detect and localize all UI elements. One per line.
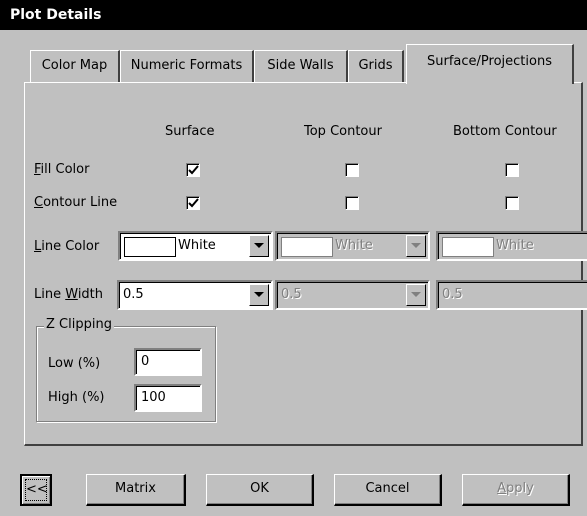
checkmark-icon (188, 165, 199, 175)
tab-side-walls[interactable]: Side Walls (254, 50, 348, 82)
window-title-bar: Plot Details (0, 0, 587, 30)
z-clipping-title: Z Clipping (44, 317, 114, 332)
tab-label: Numeric Formats (130, 58, 243, 73)
line-width-surface-select[interactable]: 0.5 (117, 280, 273, 310)
column-header-surface: Surface (165, 124, 215, 139)
low-label: Low (%) (48, 356, 101, 371)
fill-color-surface-checkbox[interactable] (186, 163, 200, 177)
label-text: Line (34, 287, 66, 302)
line-width-label: Line Width (34, 287, 103, 302)
dropdown-button[interactable] (249, 235, 269, 257)
selected-value: White (335, 238, 373, 253)
high-label: High (%) (48, 390, 105, 405)
color-swatch (124, 237, 176, 257)
checkmark-icon (188, 198, 199, 208)
tab-grids[interactable]: Grids (348, 50, 404, 82)
selected-value: White (496, 238, 534, 253)
apply-button[interactable]: Apply (462, 474, 570, 506)
high-input[interactable]: 100 (134, 384, 202, 412)
chevron-down-icon (411, 243, 421, 248)
chevron-down-icon (411, 292, 421, 297)
tab-label: Color Map (41, 58, 108, 73)
contour-line-label: Contour Line (34, 195, 117, 210)
line-color-bottom-select[interactable]: White (436, 231, 587, 261)
column-header-top-contour: Top Contour (304, 124, 382, 139)
dropdown-button[interactable] (406, 284, 426, 306)
access-key: W (65, 287, 78, 302)
button-label: pply (506, 481, 534, 496)
label-text: ill Color (40, 162, 90, 177)
collapse-button-label: << (25, 479, 48, 501)
access-key: A (497, 481, 507, 496)
line-width-bottom-select[interactable]: 0.5 (436, 280, 587, 310)
label-text: ine Color (41, 239, 100, 254)
line-color-surface-select[interactable]: White (118, 231, 273, 261)
dropdown-button[interactable] (406, 235, 426, 257)
fill-color-top-checkbox[interactable] (345, 163, 359, 177)
fill-color-label: Fill Color (34, 162, 89, 177)
low-input[interactable]: 0 (134, 348, 202, 376)
button-label: Matrix (115, 481, 156, 496)
contour-line-bottom-checkbox[interactable] (505, 196, 519, 210)
line-color-label: Line Color (34, 239, 99, 254)
color-swatch (442, 237, 494, 257)
tab-color-map[interactable]: Color Map (30, 50, 120, 82)
matrix-button[interactable]: Matrix (86, 474, 186, 506)
line-width-top-select[interactable]: 0.5 (275, 280, 430, 310)
button-label: OK (250, 481, 269, 496)
tab-label: Surface/Projections (427, 54, 552, 69)
fill-color-bottom-checkbox[interactable] (505, 163, 519, 177)
color-swatch (281, 237, 333, 257)
selected-value: White (178, 238, 216, 253)
chevron-down-icon (254, 292, 264, 297)
dropdown-button[interactable] (249, 284, 269, 306)
contour-line-top-checkbox[interactable] (345, 196, 359, 210)
label-text: ontour Line (43, 195, 118, 210)
collapse-button[interactable]: << (20, 474, 52, 506)
access-key: C (34, 195, 44, 210)
selected-value: 0.5 (123, 287, 144, 302)
selected-value: 0.5 (281, 287, 302, 302)
line-color-top-select[interactable]: White (275, 231, 430, 261)
selected-value: 0.5 (442, 287, 463, 302)
tab-surface-projections[interactable]: Surface/Projections (406, 44, 574, 84)
button-label: Cancel (365, 481, 410, 496)
column-header-bottom-contour: Bottom Contour (453, 124, 557, 139)
ok-button[interactable]: OK (206, 474, 314, 506)
window-title: Plot Details (10, 7, 102, 23)
tab-label: Grids (358, 58, 393, 73)
tab-numeric-formats[interactable]: Numeric Formats (120, 50, 254, 82)
tab-label: Side Walls (267, 58, 334, 73)
chevron-down-icon (254, 243, 264, 248)
cancel-button[interactable]: Cancel (334, 474, 442, 506)
contour-line-surface-checkbox[interactable] (186, 196, 200, 210)
label-text: idth (77, 287, 104, 302)
